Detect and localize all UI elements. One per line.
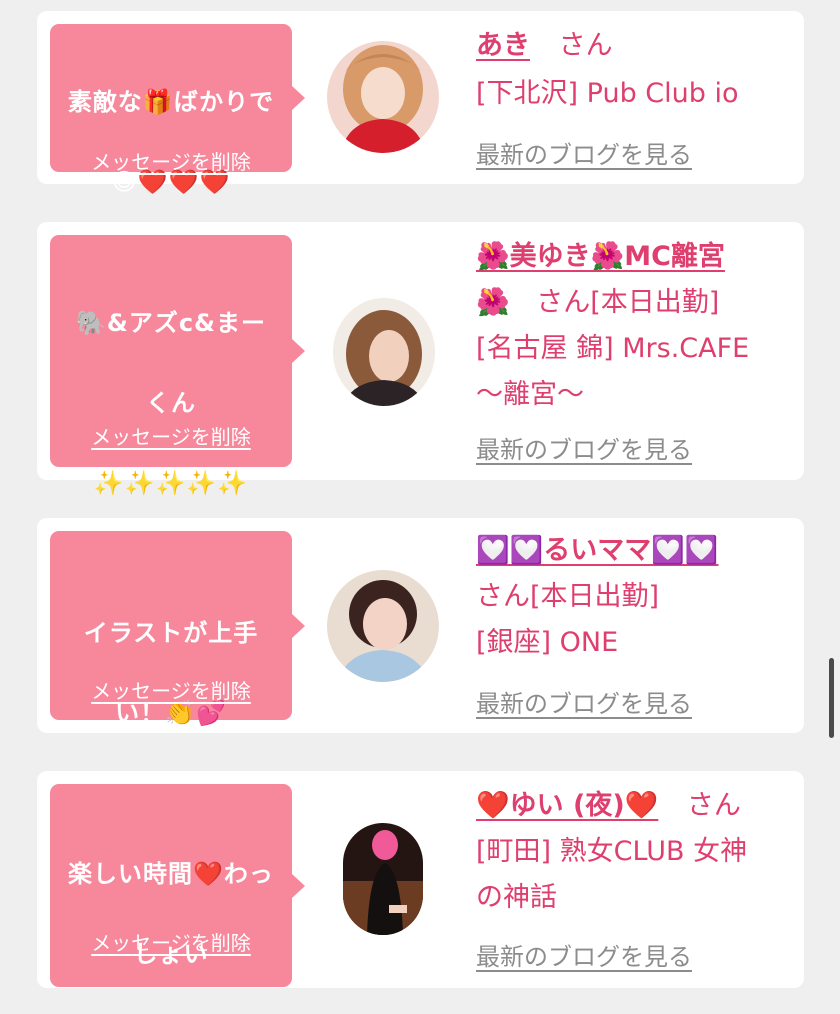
message-bubble: 楽しい時間❤️わっ しょい メッセージを削除 xyxy=(50,784,305,987)
avatar-photo xyxy=(333,298,435,406)
cast-info: ❤️ゆい (夜)❤️ さん [町田] 熟女CLUB 女神 の神話 xyxy=(476,783,792,921)
shop-label-line2: 〜離宮〜 xyxy=(476,379,584,410)
avatar[interactable] xyxy=(333,298,435,406)
delete-message-link[interactable]: メッセージを削除 xyxy=(50,675,292,704)
cast-suffix: さん xyxy=(558,30,613,61)
delete-message-link[interactable]: メッセージを削除 xyxy=(50,927,292,956)
message-card: イラストが上手 い！👏💕 メッセージを削除 💟💟るいママ💟💟 さん[本日出勤] … xyxy=(37,518,804,733)
cast-suffix: さん[本日出勤] xyxy=(536,287,720,318)
cast-info: 🌺美ゆき🌺MC離宮 🌺 さん[本日出勤] [名古屋 錦] Mrs.CAFE 〜離… xyxy=(476,234,792,418)
avatar-photo xyxy=(327,41,439,153)
message-line: 素敵な🎁ばかりで xyxy=(67,88,275,116)
message-text: 🐘&アズc&まー くん ✨✨✨✨✨ xyxy=(50,263,292,543)
message-bubble: 素敵な🎁ばかりで 😍❤️❤️❤️ メッセージを削除 xyxy=(50,24,305,196)
message-bubble: イラストが上手 い！👏💕 メッセージを削除 xyxy=(50,531,305,727)
message-line: 🐘&アズc&まー xyxy=(76,309,266,337)
shop-label: [町田] 熟女CLUB 女神 xyxy=(476,836,748,867)
message-line: 楽しい時間❤️わっ xyxy=(68,860,274,888)
scrollbar[interactable] xyxy=(829,658,834,738)
latest-blog-link[interactable]: 最新のブログを見る xyxy=(476,430,692,465)
message-bubble: 🐘&アズc&まー くん ✨✨✨✨✨ メッセージを削除 xyxy=(50,235,305,497)
cast-info: あき さん [下北沢] Pub Club io xyxy=(476,23,792,117)
cast-name-link[interactable]: 💟💟るいママ💟💟 xyxy=(476,535,718,566)
avatar-photo xyxy=(343,823,423,935)
message-card: 楽しい時間❤️わっ しょい メッセージを削除 ❤️ゆい (夜)❤️ さん [町田… xyxy=(37,771,804,988)
message-card: 素敵な🎁ばかりで 😍❤️❤️❤️ メッセージを削除 あき さん [下北沢] Pu… xyxy=(37,11,804,196)
cast-name-link[interactable]: あき xyxy=(476,30,530,61)
cast-name-emoji: 🌺 xyxy=(476,287,510,318)
cast-suffix: さん[本日出勤] xyxy=(476,581,660,612)
avatar[interactable] xyxy=(327,41,439,153)
latest-blog-link[interactable]: 最新のブログを見る xyxy=(476,135,692,170)
cast-suffix: さん xyxy=(686,790,741,821)
avatar[interactable] xyxy=(343,823,423,935)
message-line: イラストが上手 xyxy=(83,619,259,647)
cast-name-link[interactable]: ❤️ゆい (夜)❤️ xyxy=(476,790,658,821)
latest-blog-link[interactable]: 最新のブログを見る xyxy=(476,684,692,719)
avatar[interactable] xyxy=(327,570,439,682)
delete-message-link[interactable]: メッセージを削除 xyxy=(50,146,292,175)
shop-label-line2: の神話 xyxy=(476,882,557,913)
cast-info: 💟💟るいママ💟💟 さん[本日出勤] [銀座] ONE xyxy=(476,528,792,666)
message-card: 🐘&アズc&まー くん ✨✨✨✨✨ メッセージを削除 🌺美ゆき🌺MC離宮 🌺 さ… xyxy=(37,222,804,497)
cast-name-link[interactable]: 🌺美ゆき🌺MC離宮 xyxy=(476,241,725,272)
latest-blog-link[interactable]: 最新のブログを見る xyxy=(476,937,692,972)
message-text: 楽しい時間❤️わっ しょい xyxy=(50,814,292,1014)
shop-label: [下北沢] Pub Club io xyxy=(476,78,739,109)
message-text: 素敵な🎁ばかりで 😍❤️❤️❤️ xyxy=(50,42,292,242)
shop-label: [銀座] ONE xyxy=(476,627,619,658)
shop-label: [名古屋 錦] Mrs.CAFE xyxy=(476,333,750,364)
avatar-photo xyxy=(327,570,439,682)
delete-message-link[interactable]: メッセージを削除 xyxy=(50,421,292,450)
message-line: くん xyxy=(146,389,196,417)
message-text: イラストが上手 い！👏💕 xyxy=(50,573,292,773)
message-line: ✨✨✨✨✨ xyxy=(93,469,249,497)
